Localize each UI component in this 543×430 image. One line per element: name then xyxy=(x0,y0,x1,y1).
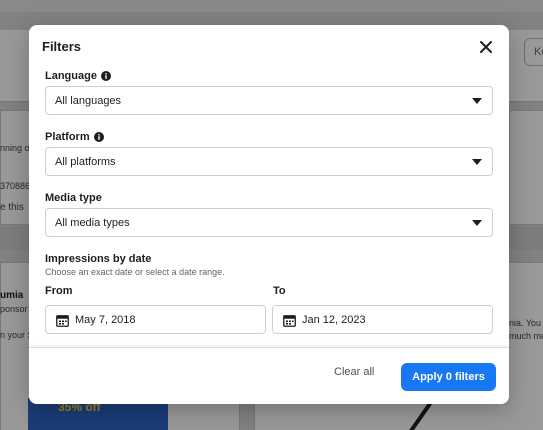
impressions-hint: Choose an exact date or select a date ra… xyxy=(45,267,225,277)
language-select[interactable]: All languages xyxy=(45,86,493,115)
caret-down-icon xyxy=(472,98,482,104)
dialog-title: Filters xyxy=(42,39,82,54)
dialog-footer: Clear all Apply 0 filters xyxy=(29,347,509,404)
caret-down-icon xyxy=(472,220,482,226)
platform-label-text: Platform xyxy=(45,131,90,143)
clear-all-button[interactable]: Clear all xyxy=(334,366,374,378)
caret-down-icon xyxy=(472,159,482,165)
dialog-header: Filters xyxy=(29,25,509,67)
info-icon[interactable] xyxy=(100,71,111,81)
platform-select[interactable]: All platforms xyxy=(45,147,493,176)
filters-dialog: Filters Language All languages Platform xyxy=(29,25,509,404)
from-label: From xyxy=(45,285,73,297)
to-label: To xyxy=(273,285,286,297)
media-type-select[interactable]: All media types xyxy=(45,208,493,237)
language-label: Language xyxy=(45,70,111,82)
impressions-label: Impressions by date xyxy=(45,253,151,265)
from-date-value: May 7, 2018 xyxy=(75,314,136,326)
language-label-text: Language xyxy=(45,70,97,82)
close-icon xyxy=(480,41,492,53)
media-type-label-text: Media type xyxy=(45,192,102,204)
impressions-label-text: Impressions by date xyxy=(45,253,152,265)
media-type-label: Media type xyxy=(45,192,102,204)
media-type-select-value: All media types xyxy=(55,217,130,229)
info-icon[interactable] xyxy=(93,132,104,142)
to-date-input[interactable]: Jan 12, 2023 xyxy=(272,305,493,334)
platform-select-value: All platforms xyxy=(55,156,116,168)
apply-filters-button[interactable]: Apply 0 filters xyxy=(401,363,496,391)
from-date-input[interactable]: May 7, 2018 xyxy=(45,305,266,334)
close-button[interactable] xyxy=(476,37,496,57)
dialog-body[interactable]: Language All languages Platform All plat… xyxy=(29,67,509,347)
platform-label: Platform xyxy=(45,131,104,143)
calendar-icon xyxy=(56,314,69,327)
calendar-icon xyxy=(283,314,296,327)
to-date-value: Jan 12, 2023 xyxy=(302,314,366,326)
language-select-value: All languages xyxy=(55,95,122,107)
